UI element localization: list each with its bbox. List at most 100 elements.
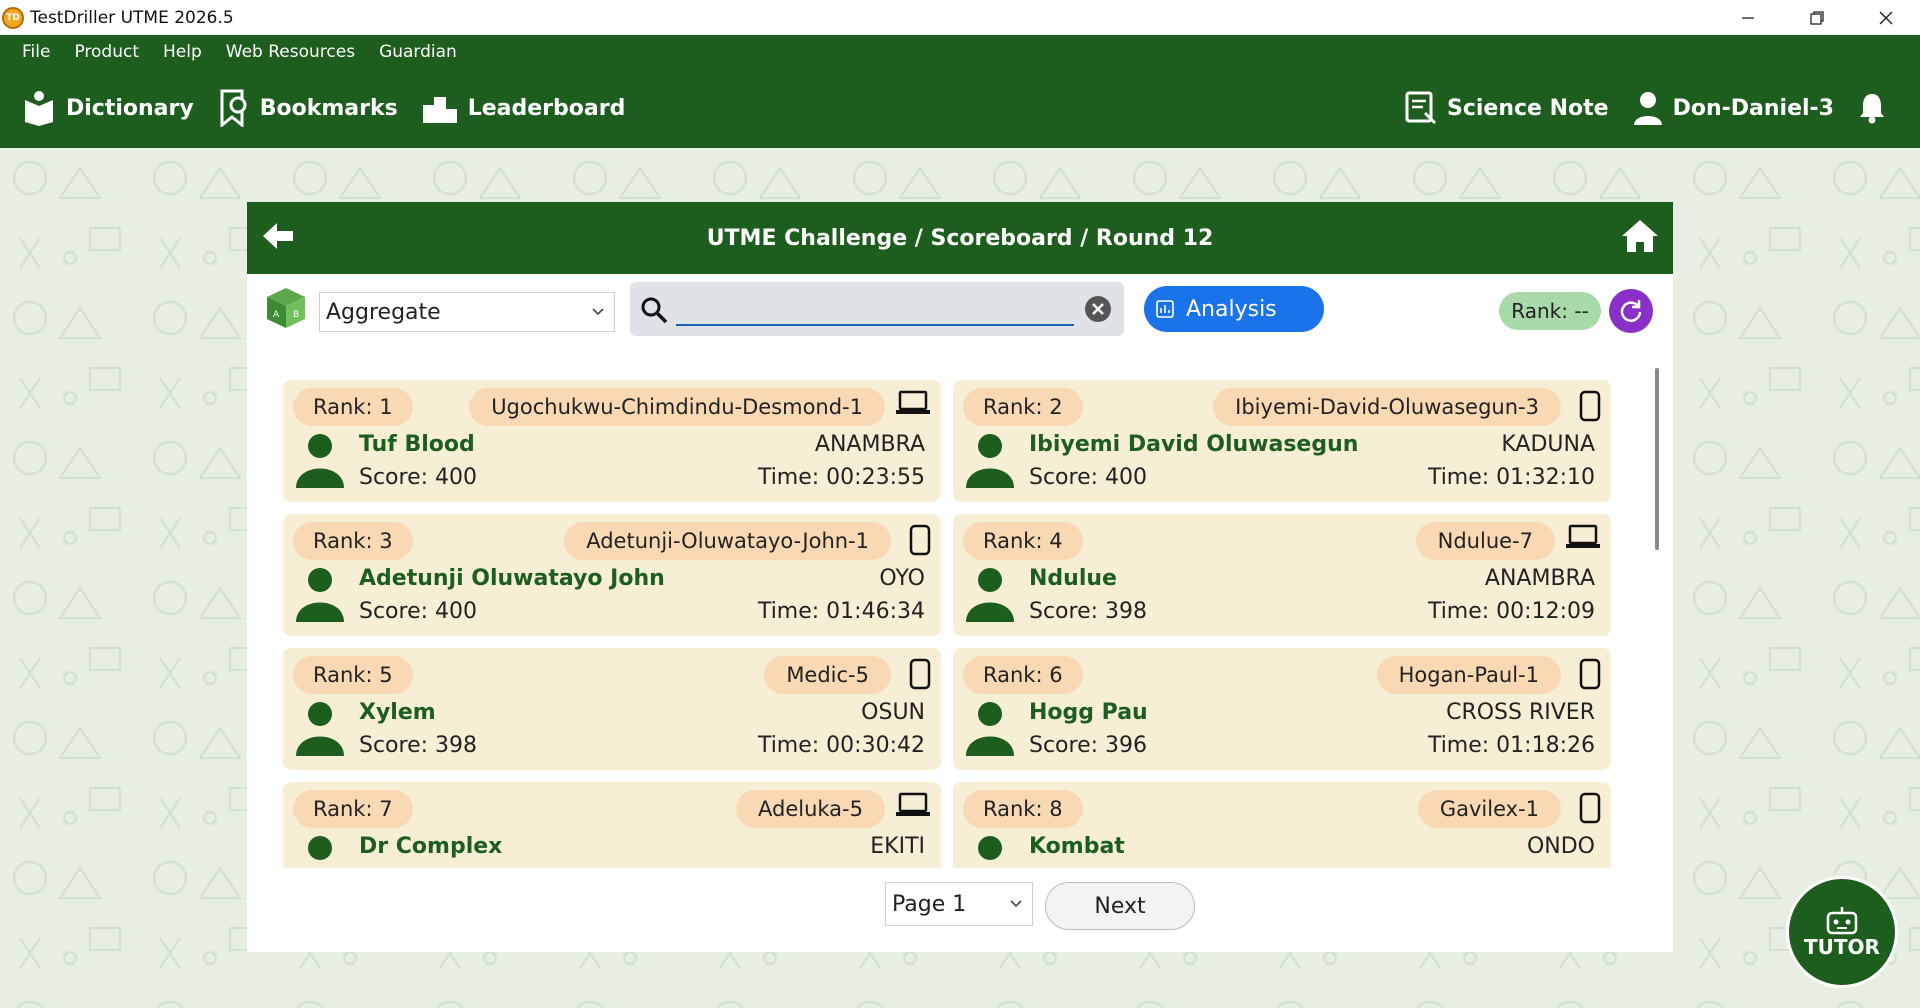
rank-label: Rank: 3 [313,529,393,553]
username-label: Ugochukwu-Chimdindu-Desmond-1 [491,395,863,419]
player-state: EKITI [870,834,925,859]
player-name: Hogg Pau [1029,700,1148,725]
next-page-button[interactable]: Next [1045,882,1195,930]
device-indicator [895,792,931,822]
avatar-icon [296,434,344,488]
avatar-icon [966,434,1014,488]
avatar [963,700,1017,760]
player-time: Time: 01:18:26 [1427,733,1595,758]
username-badge: Medic-5 [764,656,891,694]
device-indicator [909,658,931,694]
device-indicator [1579,390,1601,426]
avatar [963,834,1017,868]
dictionary-label: Dictionary [66,95,194,121]
main-toolbar: Dictionary Bookmarks Leaderboard Science… [0,68,1920,148]
avatar [963,566,1017,626]
back-button[interactable] [261,220,297,256]
analysis-button[interactable]: Analysis [1144,286,1324,332]
player-name: Ibiyemi David Oluwasegun [1029,432,1359,457]
rank-label: Rank: 2 [983,395,1063,419]
dictionary-button[interactable]: Dictionary [10,83,206,133]
menu-web-resources[interactable]: Web Resources [214,42,367,62]
rank-label: Rank: 1 [313,395,393,419]
science-note-label: Science Note [1447,95,1609,121]
laptop-icon [896,390,930,414]
rank-label: Rank: 6 [983,663,1063,687]
leaderboard-card[interactable]: Rank: 7 Adeluka-5 Dr Complex EKITI [283,782,941,868]
player-state: CROSS RIVER [1446,700,1595,725]
notifications-button[interactable] [1846,83,1920,133]
player-name: Adetunji Oluwatayo John [359,566,665,591]
rank-label: Rank: 8 [983,797,1063,821]
search-icon [641,297,668,324]
player-name: Tuf Blood [359,432,475,457]
player-score: Score: 400 [359,599,478,624]
leaderboard-button[interactable]: Leaderboard [410,83,638,133]
bookmarks-button[interactable]: Bookmarks [206,83,410,133]
restore-button[interactable] [1782,0,1851,35]
player-score: Score: 400 [1029,465,1148,490]
aggregate-dropdown[interactable]: Aggregate [319,292,615,332]
player-time: Time: 01:32:10 [1427,465,1595,490]
menu-file[interactable]: File [10,42,62,62]
player-state: OYO [879,566,925,591]
close-icon [1879,11,1892,24]
rank-label: Rank: 4 [983,529,1063,553]
close-button[interactable] [1851,0,1920,35]
page-dropdown[interactable]: Page 1 [885,882,1033,926]
device-indicator [1579,658,1601,694]
app-logo-icon: TD [2,6,24,29]
leaderboard-card[interactable]: Rank: 8 Gavilex-1 Kombat ONDO [953,782,1611,868]
science-note-button[interactable]: Science Note [1393,83,1621,133]
clear-search-button[interactable] [1084,295,1112,327]
leaderboard-card[interactable]: Rank: 4 Ndulue-7 Ndulue ANAMBRA Score: 398 Ti… [953,514,1611,636]
analysis-label: Analysis [1186,296,1277,322]
rank-badge: Rank: 4 [963,522,1083,560]
svg-text:B: B [293,310,299,320]
tutor-button[interactable]: TUTOR [1786,876,1898,988]
restore-icon [1809,10,1824,25]
player-time: Time: 01:46:34 [757,599,925,624]
leaderboard-card[interactable]: Rank: 2 Ibiyemi-David-Oluwasegun-3 Ibiyemi… [953,380,1611,502]
dictionary-icon [25,91,53,126]
menu-guardian[interactable]: Guardian [367,42,469,62]
player-state: OSUN [861,700,925,725]
player-time: Time: 00:12:09 [1427,599,1595,624]
my-rank-label: Rank: -- [1511,299,1589,323]
player-state: ONDO [1526,834,1595,859]
home-button[interactable] [1621,218,1659,258]
minimize-button[interactable] [1713,0,1782,35]
window-title-bar: TD TestDriller UTME 2026.5 [0,0,1920,35]
user-profile-button[interactable]: Don-Daniel-3 [1621,83,1846,133]
avatar-icon [296,702,344,756]
filter-row: A B Aggregate Analysis Rank: -- [247,274,1673,344]
rank-badge: Rank: 1 [293,388,413,426]
phone-icon [909,524,931,556]
avatar [293,432,347,492]
leaderboard-card[interactable]: Rank: 5 Medic-5 Xylem OSUN Score: 398 Time: 0… [283,648,941,770]
avatar-icon [966,702,1014,756]
clear-icon [1085,296,1111,322]
dice-cube-icon: A B [265,286,307,334]
player-score: Score: 398 [1029,599,1148,624]
page-value: Page 1 [892,891,967,917]
avatar [293,566,347,626]
leaderboard-card[interactable]: Rank: 6 Hogan-Paul-1 Hogg Pau CROSS RIVER Sc… [953,648,1611,770]
phone-icon [1579,658,1601,690]
leaderboard-card[interactable]: Rank: 1 Ugochukwu-Chimdindu-Desmond-1 Tuf … [283,380,941,502]
username-label: Adeluka-5 [758,797,863,821]
user-icon [1633,92,1662,125]
search-box [630,282,1124,336]
list-scrollbar[interactable] [1655,368,1659,550]
refresh-button[interactable] [1609,289,1653,333]
laptop-icon [1566,524,1600,548]
device-indicator [1579,792,1601,828]
panel-header: UTME Challenge / Scoreboard / Round 12 [247,202,1673,274]
menu-help[interactable]: Help [151,42,214,62]
menu-product[interactable]: Product [62,42,151,62]
username-badge: Ibiyemi-David-Oluwasegun-3 [1213,388,1561,426]
rank-badge: Rank: 3 [293,522,413,560]
username-label: Ndulue-7 [1437,529,1533,553]
leaderboard-card[interactable]: Rank: 3 Adetunji-Oluwatayo-John-1 Adetunji… [283,514,941,636]
search-input[interactable] [676,292,1074,326]
